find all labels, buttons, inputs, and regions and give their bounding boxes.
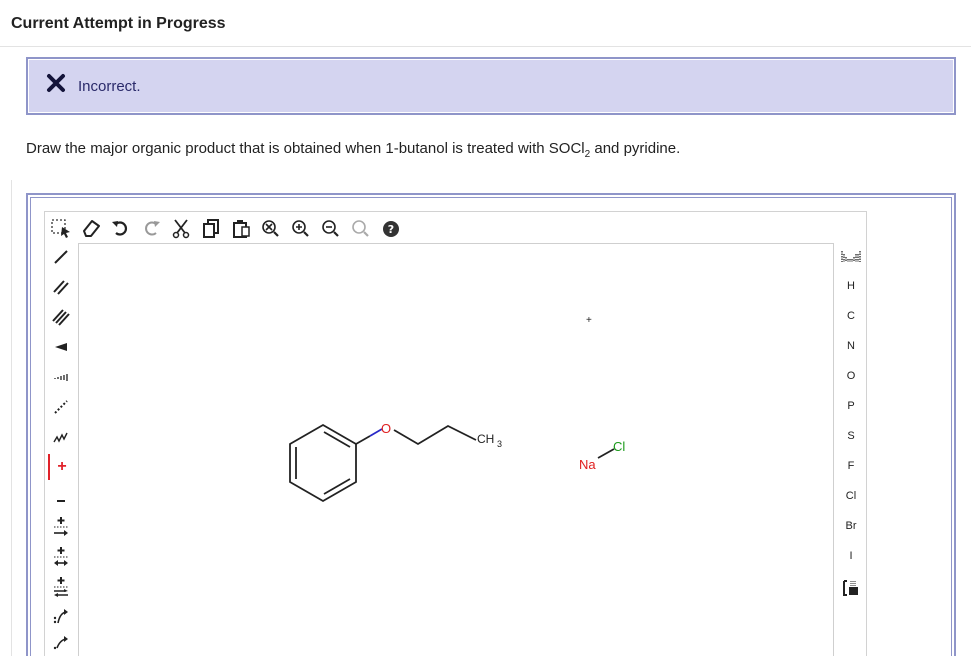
phenyl-oxygen-bond [355, 435, 371, 445]
oxygen-label: O [381, 421, 391, 436]
methyl-subscript: 3 [497, 439, 502, 449]
chlorine-label: Cl [613, 439, 625, 454]
sodium-label: Na [579, 457, 596, 472]
oxygen-carbon-bond [393, 424, 477, 446]
canvas-plus-sign: + [586, 315, 592, 326]
molecule-drawing: O CH 3 + Na Cl [289, 315, 625, 503]
methyl-label: CH [477, 432, 494, 446]
sodium-chlorine-bond [597, 448, 615, 459]
benzene-ring [289, 423, 357, 503]
